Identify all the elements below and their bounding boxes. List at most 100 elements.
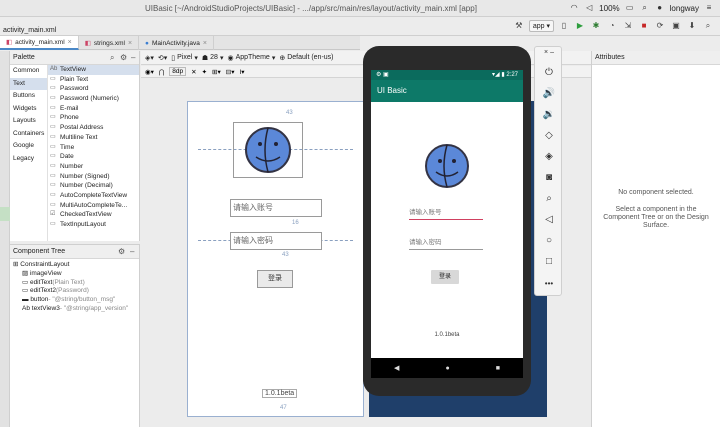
user-name[interactable]: longway	[670, 4, 699, 13]
theme-select[interactable]: ◉ AppTheme ▾	[227, 54, 275, 62]
tree-node[interactable]: Ab textView3- "@string/app_version"	[10, 305, 139, 314]
tree-node[interactable]: ▭ editText(Plain Text)	[10, 279, 139, 288]
palette-item[interactable]: ☑ CheckedTextView	[48, 210, 139, 220]
margin-select[interactable]: 8dp	[169, 67, 187, 76]
palette-item[interactable]: ▭ E-mail	[48, 104, 139, 114]
clear-constraints-icon[interactable]: ✕	[191, 68, 196, 76]
battery-icon[interactable]: ▭	[625, 3, 635, 13]
device-select[interactable]: ▯ Pixel ▾	[171, 54, 198, 62]
overview-icon[interactable]: □	[535, 256, 563, 267]
palette-category[interactable]: Legacy	[10, 153, 47, 166]
volume-up-icon[interactable]: 🔊	[535, 88, 563, 99]
close-icon[interactable]: × –	[535, 49, 563, 56]
search-everywhere-icon[interactable]: ⌕	[702, 20, 714, 32]
recents-icon[interactable]: ■	[496, 365, 500, 372]
home-icon[interactable]: ●	[445, 365, 449, 372]
eye-icon[interactable]: ◉▾	[145, 68, 154, 76]
tree-node[interactable]: ▨ imageView	[10, 270, 139, 279]
power-icon[interactable]: ⏻	[535, 67, 563, 78]
user-icon[interactable]: ●	[655, 3, 665, 13]
magnet-icon[interactable]: ⋂	[159, 68, 164, 76]
palette-item[interactable]: ▭ MultiAutoCompleteTe...	[48, 201, 139, 211]
sync-icon[interactable]: ⟳	[654, 20, 666, 32]
minimize-icon[interactable]: –	[131, 51, 135, 65]
palette-item[interactable]: ▭ Date	[48, 152, 139, 162]
palette-category[interactable]: Widgets	[10, 103, 47, 116]
design-account-field[interactable]: 请输入账号	[230, 199, 322, 217]
rotate-right-icon[interactable]: ◈	[535, 151, 563, 162]
palette-category[interactable]: Google	[10, 140, 47, 153]
palette-item[interactable]: ▭ AutoCompleteTextView	[48, 191, 139, 201]
palette-item[interactable]: Ab TextView	[48, 65, 139, 75]
palette-category[interactable]: Layouts	[10, 115, 47, 128]
search-icon[interactable]: ⌕	[640, 3, 650, 13]
phone-password-field[interactable]: 请输入密码	[409, 236, 483, 250]
close-icon[interactable]: ×	[128, 40, 132, 47]
palette-item[interactable]: ▭ Number (Signed)	[48, 172, 139, 182]
tab-main-activity[interactable]: ● MainActivity.java ×	[139, 36, 214, 50]
tab-activity-main[interactable]: ◧ activity_main.xml ×	[0, 36, 79, 50]
search-icon[interactable]: ⌕	[110, 51, 114, 65]
attach-icon[interactable]: ⇲	[622, 20, 634, 32]
palette-item[interactable]: ▭ Plain Text	[48, 75, 139, 85]
design-login-button[interactable]: 登录	[257, 270, 293, 288]
run-config-select[interactable]: app ▾	[528, 20, 554, 32]
palette-category[interactable]: Buttons	[10, 90, 47, 103]
design-password-field[interactable]: 请输入密码	[230, 232, 322, 250]
volume-down-icon[interactable]: 🔉	[535, 109, 563, 120]
tab-strings[interactable]: ◧ strings.xml ×	[79, 36, 140, 50]
volume-icon[interactable]: ◁	[584, 3, 594, 13]
back-icon[interactable]: ◀	[394, 364, 399, 372]
sdk-icon[interactable]: ⬇	[686, 20, 698, 32]
rotate-left-icon[interactable]: ◇	[535, 130, 563, 141]
minimize-icon[interactable]: –	[130, 245, 134, 259]
infer-icon[interactable]: ✦	[202, 68, 207, 76]
pack-icon[interactable]: ⊞▾	[212, 68, 221, 76]
build-icon[interactable]: ⚒	[513, 20, 525, 32]
avd-icon[interactable]: ▣	[670, 20, 682, 32]
design-surface[interactable]: 请输入账号 请输入密码 登录 43 16 43 47 1.0.1beta	[187, 101, 364, 417]
tree-node[interactable]: ▬ button- "@string/button_msg"	[10, 296, 139, 305]
palette-item[interactable]: ▭ TextInputLayout	[48, 220, 139, 230]
palette-item[interactable]: ▭ Password (Numeric)	[48, 94, 139, 104]
design-mode-icon[interactable]: ◈▾	[145, 54, 154, 62]
stop-icon[interactable]: ■	[638, 20, 650, 32]
palette-item[interactable]: ▭ Phone	[48, 113, 139, 123]
guideline-icon[interactable]: I▾	[239, 68, 244, 76]
palette-item[interactable]: ▭ Number	[48, 162, 139, 172]
align-icon[interactable]: ⊟▾	[226, 68, 235, 76]
api-select[interactable]: ☗ 28 ▾	[202, 54, 224, 62]
palette-item[interactable]: ▭ Postal Address	[48, 123, 139, 133]
phone-login-button[interactable]: 登录	[431, 270, 459, 284]
palette-item[interactable]: ▭ Number (Decimal)	[48, 181, 139, 191]
breadcrumb[interactable]: activity_main.xml	[3, 27, 56, 34]
strip-marker[interactable]	[0, 207, 10, 221]
palette-item[interactable]: ▭ Password	[48, 84, 139, 94]
camera-icon[interactable]: ◙	[535, 172, 563, 183]
close-icon[interactable]: ×	[203, 40, 207, 47]
phone-account-field[interactable]: 请输入账号	[409, 206, 483, 220]
palette-item[interactable]: ▭ Multiline Text	[48, 133, 139, 143]
debug-icon[interactable]: ✱	[590, 20, 602, 32]
tree-node[interactable]: ⊞ ConstraintLayout	[10, 261, 139, 270]
back-icon[interactable]: ◁	[535, 214, 563, 225]
palette-category[interactable]: Text	[10, 77, 47, 90]
device-icon[interactable]: ▯	[558, 20, 570, 32]
close-icon[interactable]: ×	[68, 39, 72, 46]
emulator-screen[interactable]: ⚙ ▣ ▾◢ ▮ 2:27 UI Basic 请输入账号 请输入密码 登录 1.…	[371, 70, 523, 378]
menu-icon[interactable]: ≡	[704, 3, 714, 13]
zoom-icon[interactable]: ⌕	[535, 193, 563, 204]
run-icon[interactable]: ▶	[574, 20, 586, 32]
tree-node[interactable]: ▭ editText2(Password)	[10, 287, 139, 296]
more-icon[interactable]: •••	[535, 279, 563, 288]
home-icon[interactable]: ○	[535, 235, 563, 246]
gear-icon[interactable]: ⚙	[118, 245, 125, 259]
orientation-icon[interactable]: ⟲▾	[158, 54, 167, 62]
design-image-view[interactable]	[233, 122, 303, 178]
profile-icon[interactable]: ◔	[606, 20, 618, 32]
palette-item[interactable]: ▭ Time	[48, 143, 139, 153]
palette-category[interactable]: Common	[10, 65, 47, 78]
design-version-text[interactable]: 1.0.1beta	[262, 389, 298, 398]
palette-category[interactable]: Containers	[10, 128, 47, 141]
locale-select[interactable]: ⊕ Default (en-us)	[279, 54, 333, 62]
